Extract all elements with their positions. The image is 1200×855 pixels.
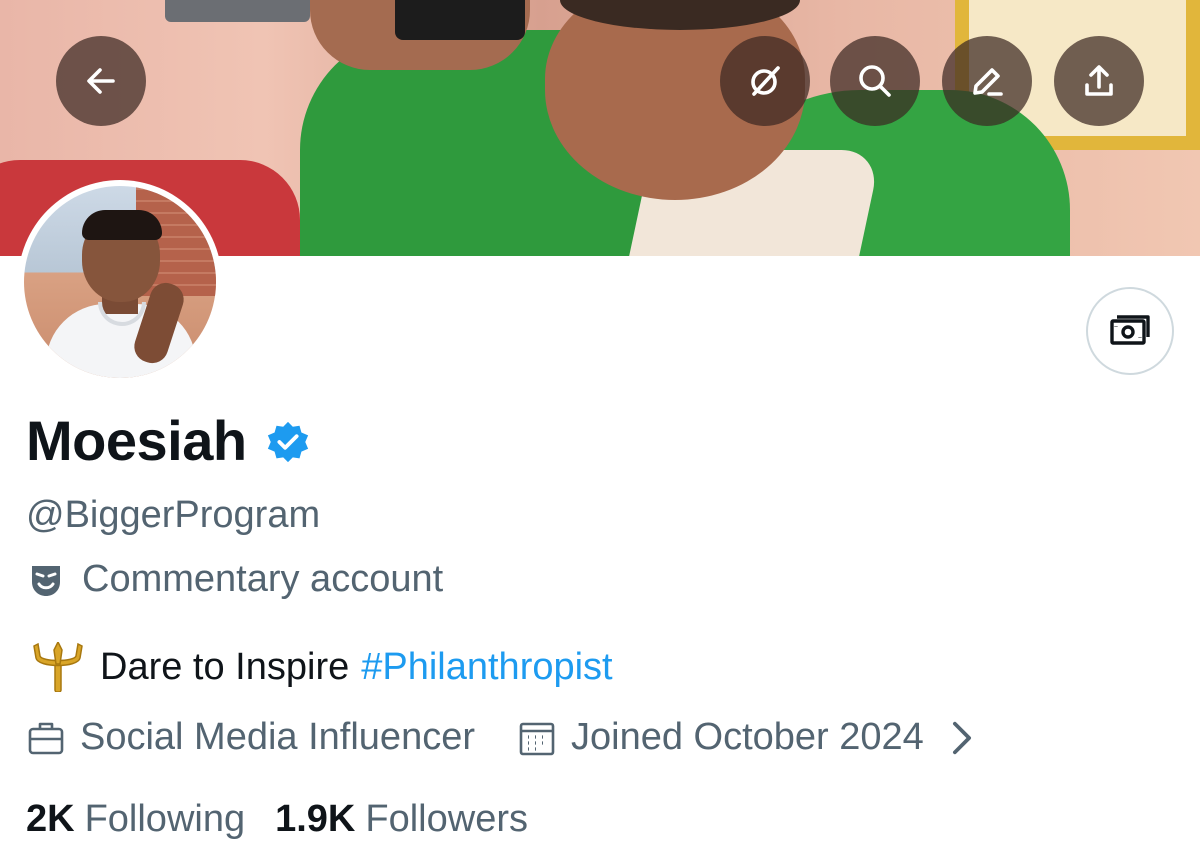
search-button[interactable] — [830, 36, 920, 126]
banner-phone — [395, 0, 525, 40]
avatar-image — [24, 186, 216, 378]
follow-stats: 2K Following 1.9K Followers — [26, 798, 528, 841]
share-icon — [1085, 65, 1113, 96]
briefcase-icon — [28, 722, 64, 754]
bio-text: Dare to Inspire — [100, 645, 350, 688]
following-stat[interactable]: 2K Following — [26, 798, 245, 841]
following-count: 2K — [26, 798, 75, 840]
account-label[interactable]: Commentary account — [26, 558, 443, 601]
bio: Dare to Inspire #Philanthropist — [26, 642, 613, 692]
avatar[interactable] — [18, 180, 222, 384]
share-button[interactable] — [1054, 36, 1144, 126]
account-label-text: Commentary account — [82, 558, 444, 600]
money-icon — [1110, 315, 1150, 345]
following-label: Following — [84, 798, 246, 840]
joined-date-text: Joined October 2024 — [571, 716, 924, 758]
name-row: Moesiah — [26, 408, 311, 473]
theater-mask-icon — [32, 565, 60, 596]
display-name: Moesiah — [26, 409, 247, 472]
profile-meta: Social Media Influencer Joined October 2… — [26, 716, 996, 759]
tip-button[interactable] — [1086, 287, 1174, 375]
joined-date-item[interactable]: Joined October 2024 — [517, 716, 996, 759]
grok-icon — [751, 66, 780, 96]
banner-pole — [165, 0, 310, 22]
profession-text: Social Media Influencer — [80, 716, 475, 758]
trident-emoji — [33, 642, 83, 692]
avatar-hair — [82, 210, 162, 240]
verified-badge-icon[interactable] — [265, 420, 311, 466]
followers-stat[interactable]: 1.9K Followers — [275, 798, 528, 841]
search-icon — [859, 65, 891, 97]
edit-button[interactable] — [942, 36, 1032, 126]
chevron-right-icon — [952, 721, 971, 754]
calendar-icon — [519, 722, 555, 755]
bio-hashtag-link[interactable]: #Philanthropist — [361, 646, 612, 689]
handle: @BiggerProgram — [26, 494, 321, 536]
followers-label: Followers — [365, 798, 528, 840]
arrow-left-icon — [87, 68, 115, 94]
grok-button[interactable] — [720, 36, 810, 126]
back-button[interactable] — [56, 36, 146, 126]
followers-count: 1.9K — [275, 798, 356, 840]
pencil-icon — [973, 68, 1003, 96]
profession-item: Social Media Influencer — [26, 716, 475, 759]
